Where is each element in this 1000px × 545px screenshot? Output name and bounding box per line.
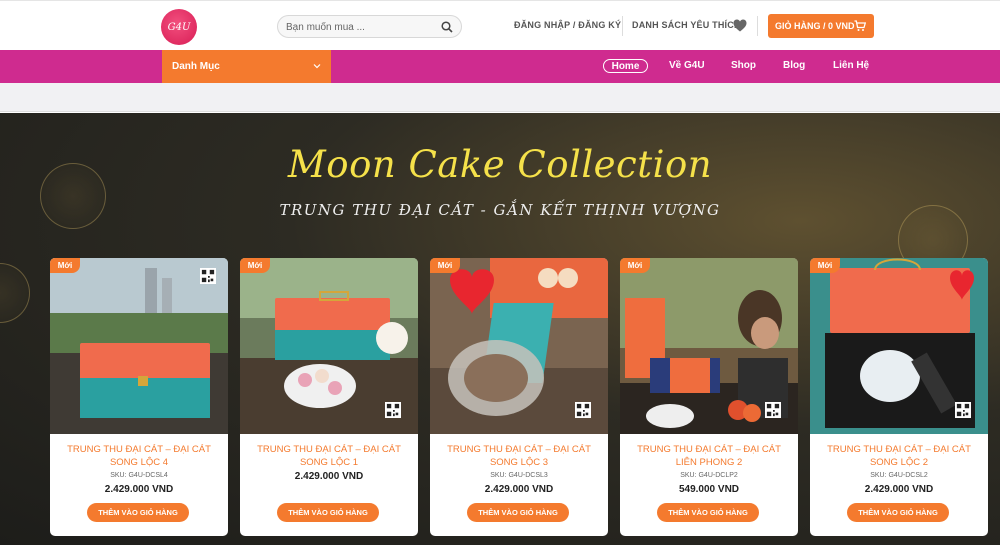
hero-banner: Moon Cake Collection TRUNG THU ĐẠI CÁT -…: [0, 113, 1000, 545]
cart-button[interactable]: GIỎ HÀNG / 0 VND: [768, 14, 874, 38]
product-card[interactable]: Mới TRUNG THU ĐẠI CÁT – ĐẠI CÁT SONG LỘC…: [240, 258, 418, 536]
new-badge: Mới: [810, 258, 840, 273]
new-badge: Mới: [240, 258, 270, 273]
nav-blog[interactable]: Blog: [783, 60, 805, 71]
qr-code-icon: [385, 402, 401, 418]
cart-label: GIỎ HÀNG / 0 VND: [775, 21, 855, 31]
product-price: 2.429.000 VND: [104, 484, 174, 495]
page-spacer: [0, 83, 1000, 112]
product-image[interactable]: Mới: [50, 258, 228, 434]
new-badge: Mới: [620, 258, 650, 273]
new-badge: Mới: [50, 258, 80, 273]
category-label: Danh Mục: [172, 61, 220, 72]
product-card[interactable]: Mới TRUNG THU ĐẠI CÁT – ĐẠI CÁT SONG LỘC…: [50, 258, 228, 536]
login-register-link[interactable]: ĐĂNG NHẬP / ĐĂNG KÝ: [514, 20, 621, 30]
hero-title: Moon Cake Collection: [287, 143, 713, 186]
product-image[interactable]: Mới: [240, 258, 418, 434]
product-title[interactable]: TRUNG THU ĐẠI CÁT – ĐẠI CÁT SONG LỘC 2: [818, 443, 980, 469]
wishlist-link[interactable]: DANH SÁCH YÊU THÍCH: [632, 20, 741, 30]
nav-contact[interactable]: Liên Hệ: [833, 60, 869, 71]
cart-icon: [854, 20, 866, 31]
product-price: 2.429.000 VND: [484, 484, 554, 495]
qr-code-icon: [765, 402, 781, 418]
product-image[interactable]: Mới: [430, 258, 608, 434]
product-card[interactable]: Mới TRUNG THU ĐẠI CÁT – ĐẠI CÁT SONG LỘC…: [810, 258, 988, 536]
product-title[interactable]: TRUNG THU ĐẠI CÁT – ĐẠI CÁT SONG LỘC 4: [58, 443, 220, 469]
product-card[interactable]: Mới TRUNG THU ĐẠI CÁT – ĐẠI CÁT SONG LỘC…: [430, 258, 608, 536]
new-badge: Mới: [430, 258, 460, 273]
add-to-cart-button[interactable]: THÊM VÀO GIỎ HÀNG: [87, 503, 189, 522]
product-sku: SKU: G4U-DCSL4: [110, 472, 168, 479]
product-price: 2.429.000 VND: [294, 471, 364, 482]
search-icon[interactable]: [441, 21, 453, 33]
product-price: 549.000 VND: [678, 484, 740, 495]
qr-code-icon: [955, 402, 971, 418]
nav-shop[interactable]: Shop: [731, 60, 756, 71]
add-to-cart-button[interactable]: THÊM VÀO GIỎ HÀNG: [467, 503, 569, 522]
product-title[interactable]: TRUNG THU ĐẠI CÁT – ĐẠI CÁT SONG LỘC 3: [438, 443, 600, 469]
qr-code-icon: [575, 402, 591, 418]
top-header: G4U ĐĂNG NHẬP / ĐĂNG KÝ DANH SÁCH YÊU TH…: [0, 0, 1000, 50]
nav-home[interactable]: Home: [603, 59, 648, 73]
product-sku: SKU: G4U-DCSL3: [490, 472, 548, 479]
hero-subtitle: TRUNG THU ĐẠI CÁT - GẮN KẾT THỊNH VƯỢNG: [279, 201, 721, 219]
header-divider: [757, 16, 758, 36]
add-to-cart-button[interactable]: THÊM VÀO GIỎ HÀNG: [277, 503, 379, 522]
qr-code-icon: [200, 268, 216, 284]
product-image[interactable]: Mới: [810, 258, 988, 434]
product-title[interactable]: TRUNG THU ĐẠI CÁT – ĐẠI CÁT SONG LỘC 1: [248, 443, 410, 469]
search-input[interactable]: [286, 19, 436, 35]
product-title[interactable]: TRUNG THU ĐẠI CÁT – ĐẠI CÁT LIÊN PHONG 2: [628, 443, 790, 469]
category-dropdown[interactable]: Danh Mục: [162, 50, 331, 83]
product-card[interactable]: Mới TRUNG THU ĐẠI CÁT – ĐẠI CÁT LIÊN PHO…: [620, 258, 798, 536]
chevron-down-icon: [313, 64, 321, 69]
add-to-cart-button[interactable]: THÊM VÀO GIỎ HÀNG: [847, 503, 949, 522]
decorative-circle: [0, 263, 30, 323]
add-to-cart-button[interactable]: THÊM VÀO GIỎ HÀNG: [657, 503, 759, 522]
logo-text: G4U: [167, 21, 191, 33]
search-box: [277, 15, 462, 38]
product-image[interactable]: Mới: [620, 258, 798, 434]
header-divider: [622, 16, 623, 36]
nav-about[interactable]: Về G4U: [669, 60, 705, 71]
product-sku: SKU: G4U-DCSL2: [870, 472, 928, 479]
product-sku: SKU: G4U-DCLP2: [680, 472, 738, 479]
product-price: 2.429.000 VND: [864, 484, 934, 495]
heart-icon[interactable]: [733, 19, 747, 32]
main-navbar: Danh Mục Home Về G4U Shop Blog Liên Hệ: [0, 50, 1000, 83]
site-logo[interactable]: G4U: [161, 9, 197, 45]
